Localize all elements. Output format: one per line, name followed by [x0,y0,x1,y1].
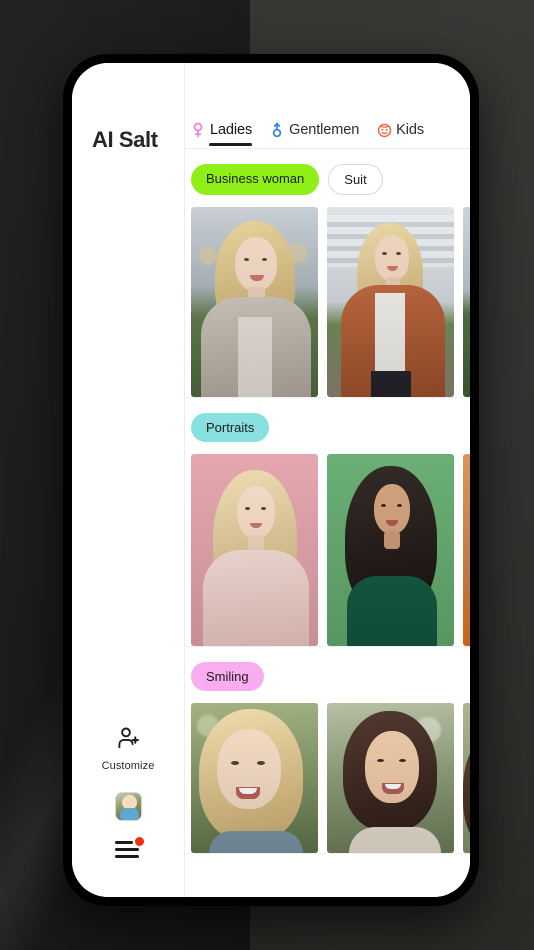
card-por-3[interactable] [463,454,470,646]
card-shade [327,207,454,397]
card-biz-2[interactable] [327,207,454,397]
male-symbol-icon [270,122,284,138]
menu-line-3 [115,855,139,858]
card-shade [191,454,318,646]
avatar-body [119,808,139,820]
chip-portraits-label: Portraits [206,420,255,435]
card-por-2[interactable] [327,454,454,646]
tab-ladies-label: Ladies [210,122,253,138]
card-biz-1[interactable] [191,207,318,397]
tab-gentlemen[interactable]: Gentlemen [270,122,359,148]
sidebar: AI Salt Customize [72,63,185,897]
phone-device-frame: AI Salt Customize Ladies Gentlemen Kids … [63,54,479,906]
chip-smiling-label: Smiling [206,669,249,684]
tab-gentlemen-label: Gentlemen [289,122,360,138]
menu-line-2 [115,848,139,851]
chip-business-woman[interactable]: Business woman [191,164,320,195]
tab-ladies[interactable]: Ladies [191,122,253,148]
notification-badge-dot [135,837,144,846]
baby-face-icon [377,122,392,138]
customize-label: Customize [101,760,155,772]
section-smiling: Smiling [185,647,470,854]
category-tabs: Ladies Gentlemen Kids [185,63,470,149]
card-shade [327,703,454,853]
card-shade [463,703,470,853]
chip-smiling[interactable]: Smiling [191,662,264,691]
studio-backdrop: AI Salt Customize Ladies Gentlemen Kids … [0,0,534,950]
menu-line-1 [115,841,133,844]
avatar-thumbnail-icon[interactable] [114,792,142,821]
card-smi-3[interactable] [463,703,470,853]
chip-row-portraits: Portraits [185,413,470,454]
chip-portraits[interactable]: Portraits [191,413,270,442]
card-biz-3[interactable] [463,207,470,397]
chip-business-woman-label: Business woman [206,171,305,186]
hamburger-menu-icon[interactable] [115,837,144,859]
section-portraits: Portraits [185,398,470,647]
chip-suit-label: Suit [344,172,367,187]
chip-suit[interactable]: Suit [328,164,383,195]
app-logo: AI Salt [92,127,158,152]
chip-row-smiling: Smiling [185,662,470,703]
sidebar-bottom-actions: Customize [72,727,184,859]
section-business: Business woman Suit [185,149,470,398]
card-shade [191,207,318,397]
main-content: Ladies Gentlemen Kids Business woman Sui… [185,63,470,897]
card-shade [191,703,318,853]
tab-kids-label: Kids [396,122,424,138]
card-shade [327,454,454,646]
tab-kids[interactable]: Kids [377,122,424,148]
card-shade [463,454,470,646]
person-add-icon [116,727,140,755]
card-shade [463,207,470,397]
chip-row-business: Business woman Suit [185,164,470,207]
phone-screen: AI Salt Customize Ladies Gentlemen Kids … [72,63,470,897]
avatar-face [124,798,134,808]
card-strip-portraits[interactable] [185,454,470,646]
card-por-1[interactable] [191,454,318,646]
card-smi-1[interactable] [191,703,318,853]
card-smi-2[interactable] [327,703,454,853]
customize-button[interactable]: Customize [102,727,155,772]
card-strip-smiling[interactable] [185,703,470,853]
card-strip-business[interactable] [185,207,470,397]
female-symbol-icon [191,122,205,138]
